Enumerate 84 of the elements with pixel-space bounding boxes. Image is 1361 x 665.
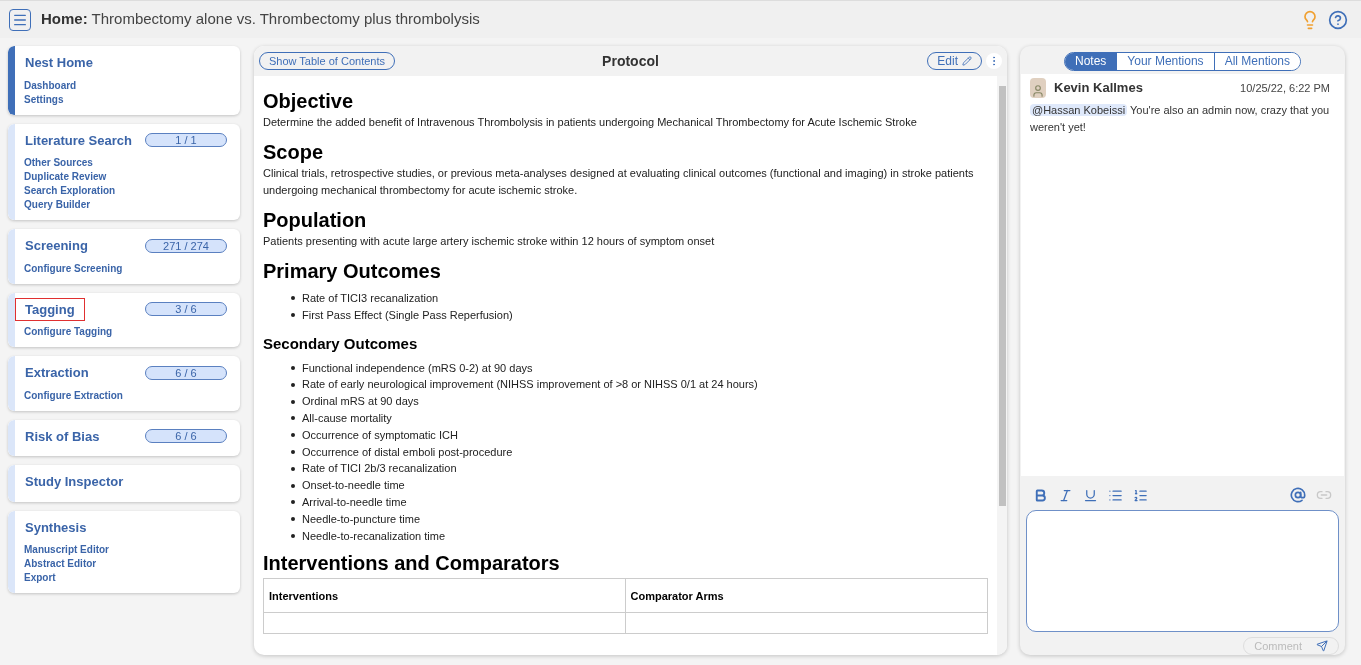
section-heading: Scope <box>263 140 325 165</box>
list-item: Needle-to-recanalization time <box>302 528 446 544</box>
more-options-button[interactable] <box>986 53 1002 69</box>
list-item: All-cause mortality <box>302 411 392 426</box>
list-item: Rate of TICI 2b/3 recanalization <box>302 461 457 477</box>
pencil-icon <box>962 56 972 66</box>
nav-link[interactable]: Configure Extraction <box>24 388 123 403</box>
author-name: Kevin Kallmes <box>1054 79 1143 98</box>
bullet-icon <box>291 382 295 387</box>
bullet-icon <box>291 296 295 301</box>
panel-title: Protocol <box>602 51 659 71</box>
nav-section-title[interactable]: Screening <box>15 234 98 258</box>
section-heading: Objective <box>263 89 355 114</box>
help-icon[interactable] <box>1328 9 1348 30</box>
nav-section-title[interactable]: Nest Home <box>15 51 103 75</box>
section-heading: Primary Outcomes <box>263 259 442 284</box>
bold-icon[interactable] <box>1033 487 1048 503</box>
nav-link[interactable]: Export <box>24 571 56 585</box>
nav-section-title[interactable]: Tagging <box>15 297 85 321</box>
nav-link[interactable]: Query Builder <box>24 198 91 212</box>
menu-button[interactable] <box>9 8 31 31</box>
bullet-icon <box>291 483 295 488</box>
list-item: Needle-to-puncture time <box>302 511 420 527</box>
nav-link[interactable]: Search Exploration <box>24 184 116 198</box>
mention-icon[interactable] <box>1290 487 1306 503</box>
nav-link[interactable]: Other Sources <box>24 156 93 170</box>
notes-tab[interactable]: Your Mentions <box>1116 53 1214 70</box>
table-header: Comparator Arms <box>630 590 724 603</box>
bullet-icon <box>291 449 295 454</box>
list-item: Onset-to-needle time <box>302 478 405 494</box>
nav-section-title[interactable]: Risk of Bias <box>15 424 110 448</box>
nav-link[interactable]: Configure Tagging <box>24 325 113 339</box>
bullet-icon <box>291 517 295 522</box>
section-heading: Interventions and Comparators <box>263 551 561 577</box>
nav-section-title[interactable]: Study Inspector <box>15 470 134 494</box>
nav-link[interactable]: Duplicate Review <box>24 170 107 184</box>
paragraph: Clinical trials, retrospective studies, or previous meta-analyses designed at evaluating clinical outcomes (functional and imaging) in stroke patients undergoing mechanical thrombectomy for acute ischemic stroke. <box>263 166 975 198</box>
page-title: Home: Thrombectomy alone vs. Thrombectomy plus thrombolysis <box>41 9 480 30</box>
nav-link[interactable]: Manuscript Editor <box>24 543 109 557</box>
progress-pill: 6 / 6 <box>145 429 227 444</box>
note-text: @Hassan Kobeissi You're also an admin now, crazy that you weren't yet! <box>1030 103 1331 135</box>
nav-section-title[interactable]: Literature Search <box>15 128 142 152</box>
paragraph: Determine the added benefit of Intravenous Thrombolysis in patients undergoing Mechanical Thrombectomy for Acute Ischemic Stroke <box>263 115 918 130</box>
list-item: Rate of TICI3 recanalization <box>302 291 439 306</box>
progress-pill: 1 / 1 <box>145 133 227 148</box>
list-item: Ordinal mRS at 90 days <box>302 394 419 410</box>
nav-section-title[interactable]: Synthesis <box>15 515 97 539</box>
progress-pill: 6 / 6 <box>145 365 227 380</box>
nav-link[interactable]: Abstract Editor <box>24 557 97 571</box>
bullet-icon <box>291 533 295 538</box>
notes-tab[interactable]: Notes <box>1065 53 1117 70</box>
list-item: Arrival-to-needle time <box>302 494 407 510</box>
bullet-icon <box>291 433 295 438</box>
progress-pill: 271 / 274 <box>145 238 227 253</box>
avatar-icon <box>1030 78 1046 98</box>
nav-link[interactable]: Dashboard <box>24 78 77 93</box>
section-heading: Population <box>263 208 368 233</box>
nav-section-title[interactable]: Extraction <box>15 361 99 385</box>
note-timestamp: 10/25/22, 6:22 PM <box>1240 80 1330 96</box>
numbered-list-icon[interactable] <box>1133 487 1148 503</box>
comment-field[interactable] <box>1026 510 1339 632</box>
bullet-icon <box>291 416 295 421</box>
bullet-icon <box>291 313 295 318</box>
list-item: Occurrence of distal emboli post-procedure <box>302 444 513 460</box>
paragraph: Patients presenting with acute large artery ischemic stroke within 12 hours of symptom onset <box>263 234 716 249</box>
underline-icon[interactable] <box>1083 487 1098 503</box>
subsection-heading: Secondary Outcomes <box>263 333 419 354</box>
bullet-icon <box>291 500 295 505</box>
list-item: Rate of early neurological improvement (NIHSS improvement of >8 or NIHSS 0/1 at 24 hours) <box>302 377 758 393</box>
table-header: Interventions <box>269 590 339 603</box>
nav-link[interactable]: Configure Screening <box>24 261 123 276</box>
bullet-list-icon[interactable] <box>1108 487 1123 503</box>
bullet-icon <box>291 366 295 370</box>
italic-icon[interactable] <box>1058 487 1073 503</box>
notes-tab[interactable]: All Mentions <box>1213 53 1300 70</box>
mention-tag[interactable]: @Hassan Kobeissi <box>1030 104 1128 116</box>
list-item: Functional independence (mRS 0-2) at 90 days <box>302 360 533 376</box>
list-item: First Pass Effect (Single Pass Reperfusion) <box>302 307 513 323</box>
bullet-icon <box>291 399 295 404</box>
list-item: Occurrence of symptomatic ICH <box>302 427 458 443</box>
progress-pill: 3 / 6 <box>145 302 227 317</box>
nav-link[interactable]: Settings <box>24 92 64 107</box>
bullet-icon <box>291 466 295 471</box>
send-icon <box>1316 640 1328 652</box>
